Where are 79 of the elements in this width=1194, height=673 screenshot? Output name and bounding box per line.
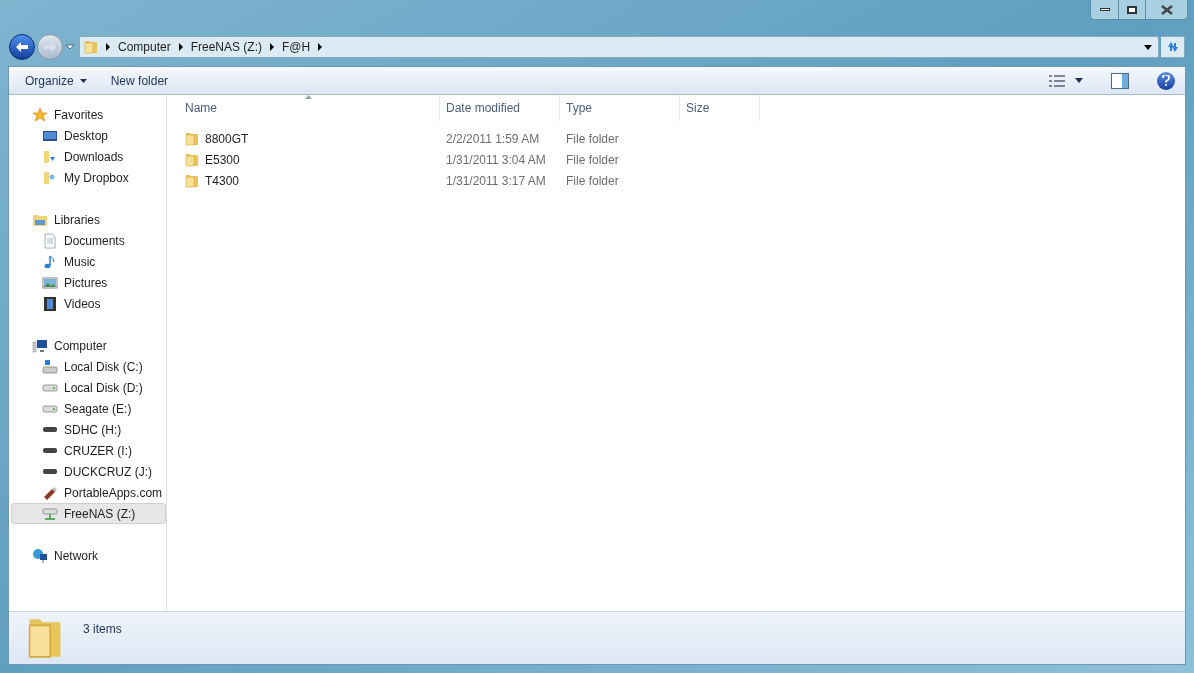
folder-icon	[84, 40, 98, 54]
computer-icon	[32, 337, 48, 354]
hard-drive-icon	[42, 404, 58, 413]
new-folder-button[interactable]: New folder	[104, 69, 175, 92]
breadcrumb-item[interactable]: Computer	[118, 38, 171, 56]
drive-icon	[42, 468, 58, 475]
folder-icon	[185, 173, 199, 188]
forward-arrow-icon	[43, 41, 57, 53]
refresh-icon	[1165, 41, 1180, 53]
column-header[interactable]: Name	[167, 95, 440, 121]
date-cell-text: 1/31/2011 3:17 AM	[445, 172, 547, 190]
details-view-icon	[1049, 74, 1065, 87]
nav-item[interactable]: PortableApps.com	[11, 482, 166, 503]
nav-item[interactable]: Local Disk (D:)	[11, 377, 166, 398]
dropdown-caret-icon	[1144, 44, 1152, 50]
nav-item[interactable]: Documents	[11, 230, 166, 251]
caret-icon	[1075, 78, 1083, 83]
breadcrumb-item[interactable]: FreeNAS (Z:)	[190, 38, 263, 56]
chevron-icon	[106, 43, 110, 51]
chevron-icon	[178, 43, 183, 51]
nav-item[interactable]: CRUZER (I:)	[11, 440, 166, 461]
chevron-icon	[318, 43, 323, 51]
drive-icon	[42, 447, 58, 454]
date-cell-text: 1/31/2011 3:04 AM	[445, 151, 547, 169]
nav-item[interactable]: My Dropbox	[11, 167, 166, 188]
caret-icon	[79, 78, 87, 83]
nav-item[interactable]: SDHC (H:)	[11, 419, 166, 440]
date-cell-text: 2/2/2011 1:59 AM	[445, 130, 541, 148]
nav-item[interactable]: Pictures	[11, 272, 166, 293]
nav-item[interactable]: Computer	[11, 335, 166, 356]
document-icon	[42, 232, 58, 249]
back-arrow-icon	[15, 41, 29, 53]
nav-item[interactable]: FreeNAS (Z:)	[11, 503, 166, 524]
nav-item[interactable]: Network	[11, 545, 166, 566]
nav-item[interactable]: DUCKCRUZ (J:)	[11, 461, 166, 482]
nav-item[interactable]: Libraries	[11, 209, 166, 230]
file-name[interactable]: E5300	[167, 150, 440, 169]
hard-drive-icon	[42, 383, 58, 392]
help-button[interactable]	[1157, 71, 1175, 90]
nav-item[interactable]: Desktop	[11, 125, 166, 146]
type-cell-text: File folder	[565, 130, 620, 148]
column-header[interactable]: Size	[680, 95, 760, 121]
column-header[interactable]: Type	[560, 95, 680, 121]
film-icon	[42, 295, 58, 312]
type-cell-text: File folder	[565, 151, 620, 169]
breadcrumb-item[interactable]: F@H	[282, 38, 311, 56]
music-note-icon	[42, 253, 58, 270]
file-name[interactable]: T4300	[167, 171, 440, 190]
refresh-button[interactable]	[1161, 36, 1185, 58]
picture-icon	[42, 274, 58, 291]
nav-item[interactable]: Local Disk (C:)	[11, 356, 166, 377]
type-cell-text: File folder	[565, 172, 620, 190]
back-button[interactable]	[9, 34, 35, 60]
nav-item[interactable]: Favorites	[11, 104, 166, 125]
drive-icon	[42, 426, 58, 433]
folder-icon	[27, 616, 63, 660]
folder-icon	[185, 152, 199, 167]
column-header[interactable]: Date modified	[440, 95, 560, 121]
preview-pane-button[interactable]	[1111, 72, 1129, 89]
folder-icon	[185, 131, 199, 146]
nav-item[interactable]: Seagate (E:)	[11, 398, 166, 419]
close-icon	[1160, 4, 1173, 15]
nav-item[interactable]: Videos	[11, 293, 166, 314]
network-icon	[32, 547, 48, 564]
star-icon	[32, 106, 48, 123]
organize-button[interactable]: Organize	[19, 69, 93, 92]
network-drive-icon	[42, 505, 58, 522]
usb-stick-icon	[42, 484, 58, 501]
caret-icon	[65, 44, 75, 50]
sort-arrow-icon	[305, 95, 312, 99]
chevron-icon	[270, 43, 275, 51]
nav-item[interactable]: Downloads	[11, 146, 166, 167]
hard-drive-icon	[42, 358, 58, 375]
help-icon	[1162, 75, 1170, 86]
item-count: 3 items	[83, 621, 122, 638]
folder-icon	[42, 148, 58, 165]
file-name[interactable]: 8800GT	[167, 129, 440, 148]
nav-item[interactable]: Music	[11, 251, 166, 272]
address-bar[interactable]: Computer FreeNAS (Z:) F@H	[79, 36, 1159, 58]
